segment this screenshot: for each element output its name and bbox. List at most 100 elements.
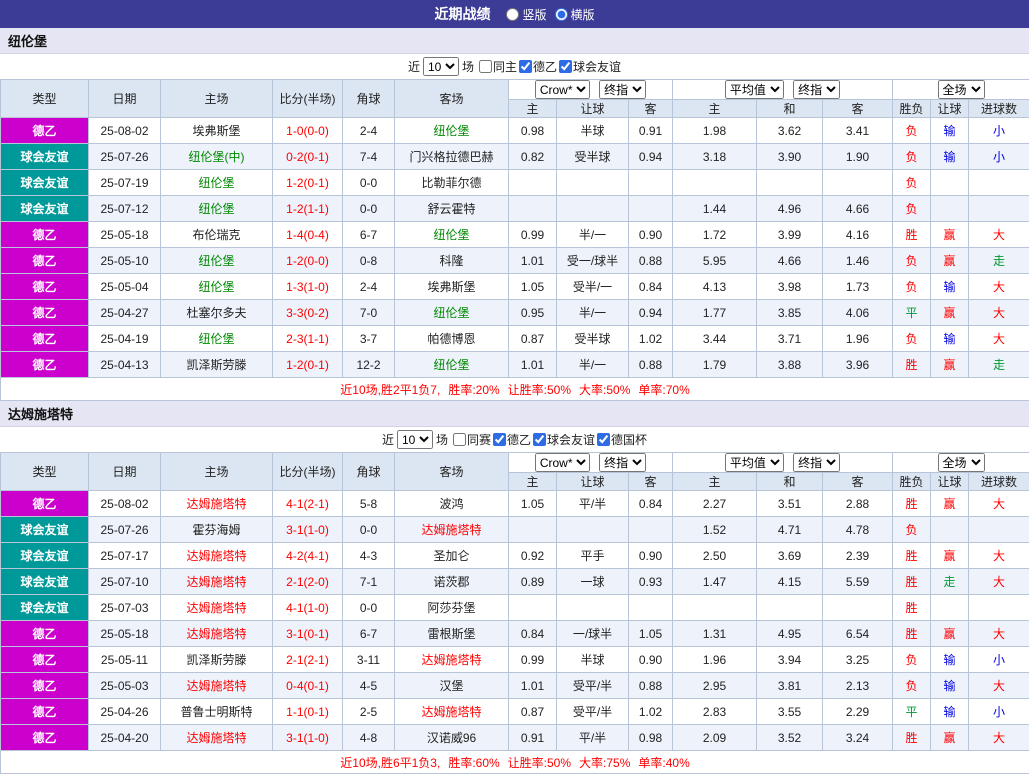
handicap-line-cell: 受半球: [557, 326, 629, 352]
filter-checkbox-option[interactable]: 同主: [479, 58, 517, 75]
col-header-date: 日期: [89, 80, 161, 118]
result-cell: 胜: [893, 352, 931, 378]
avg-away-cell: 5.59: [823, 569, 893, 595]
handicap-result-cell: 输: [931, 118, 969, 144]
corner-cell: 7-0: [343, 300, 395, 326]
subcol-avg-home: 主: [673, 473, 757, 491]
filter-checkbox-option[interactable]: 球会友谊: [559, 58, 621, 75]
odds-away-cell: [629, 170, 673, 196]
avg-away-cell: 2.29: [823, 699, 893, 725]
type-cell: 德乙: [1, 352, 89, 378]
away-team: 纽伦堡: [395, 300, 509, 326]
subcol-handicap: 让球: [557, 473, 629, 491]
away-team: 科隆: [395, 248, 509, 274]
corner-cell: 2-5: [343, 699, 395, 725]
avg-stage-select[interactable]: 终指: [793, 80, 840, 99]
layout-radio[interactable]: [555, 8, 568, 21]
match-row: 德乙25-04-13凯泽斯劳滕1-2(0-1)12-2纽伦堡1.01半/一0.8…: [1, 352, 1029, 378]
result-cell: 负: [893, 118, 931, 144]
goals-result-cell: 大: [969, 725, 1029, 751]
avg-home-cell: 1.47: [673, 569, 757, 595]
match-row: 德乙25-04-20达姆施塔特3-1(1-0)4-8汉诺威960.91平/半0.…: [1, 725, 1029, 751]
bookmaker-select[interactable]: Crow*: [535, 453, 590, 472]
result-cell: 负: [893, 248, 931, 274]
filter-checkbox-label: 球会友谊: [547, 431, 595, 448]
odds-home-cell: 1.01: [509, 248, 557, 274]
avg-home-cell: 2.27: [673, 491, 757, 517]
date-cell: 25-05-10: [89, 248, 161, 274]
filter-checkbox-option[interactable]: 德国杯: [597, 431, 647, 448]
fulltime-select[interactable]: 全场: [938, 80, 985, 99]
odds-home-cell: 0.84: [509, 621, 557, 647]
score-cell: 1-1(0-1): [273, 699, 343, 725]
col-header-corner: 角球: [343, 453, 395, 491]
avg-draw-cell: 3.99: [757, 222, 823, 248]
filter-checkbox-input[interactable]: [453, 433, 466, 446]
col-header-score: 比分(半场): [273, 453, 343, 491]
avg-home-cell: 2.83: [673, 699, 757, 725]
date-cell: 25-07-26: [89, 144, 161, 170]
handicap-line-cell: 半球: [557, 647, 629, 673]
filter-checkbox-input[interactable]: [519, 60, 532, 73]
filter-checkbox-input[interactable]: [559, 60, 572, 73]
date-cell: 25-05-18: [89, 222, 161, 248]
filter-checkbox-option[interactable]: 球会友谊: [533, 431, 595, 448]
filter-row: 近 10 场 同主德乙球会友谊: [0, 54, 1029, 79]
page: 近期战绩 竖版 横版 纽伦堡 近 10 场 同主德乙球会友谊: [0, 0, 1029, 774]
date-cell: 25-05-11: [89, 647, 161, 673]
filter-checkbox-option[interactable]: 同赛: [453, 431, 491, 448]
recent-count-select[interactable]: 10: [397, 430, 433, 449]
result-cell: 胜: [893, 595, 931, 621]
avg-home-cell: 3.18: [673, 144, 757, 170]
filter-checkbox-input[interactable]: [597, 433, 610, 446]
avg-home-cell: 1.52: [673, 517, 757, 543]
col-header-corner: 角球: [343, 80, 395, 118]
away-team: 帕德博恩: [395, 326, 509, 352]
odds-home-cell: 1.05: [509, 491, 557, 517]
goals-result-cell: 大: [969, 300, 1029, 326]
filter-checkbox-option[interactable]: 德乙: [519, 58, 557, 75]
match-row: 德乙25-05-11凯泽斯劳滕2-1(2-1)3-11达姆施塔特0.99半球0.…: [1, 647, 1029, 673]
filter-checkbox-label: 同主: [493, 58, 517, 75]
odds-stage-select[interactable]: 终指: [599, 80, 646, 99]
filter-checkbox-input[interactable]: [493, 433, 506, 446]
recent-count-select[interactable]: 10: [423, 57, 459, 76]
avg-stage-select[interactable]: 终指: [793, 453, 840, 472]
away-team: 达姆施塔特: [395, 517, 509, 543]
avg-draw-cell: [757, 170, 823, 196]
avg-away-cell: 6.54: [823, 621, 893, 647]
home-team: 纽伦堡: [161, 326, 273, 352]
handicap-line-cell: [557, 196, 629, 222]
summary-stat: 让胜率:50%: [508, 383, 571, 397]
fulltime-select[interactable]: 全场: [938, 453, 985, 472]
filter-checkbox-option[interactable]: 德乙: [493, 431, 531, 448]
average-select[interactable]: 平均值: [725, 453, 784, 472]
type-cell: 球会友谊: [1, 595, 89, 621]
score-cell: 3-1(0-1): [273, 621, 343, 647]
subcol-odds-home: 主: [509, 473, 557, 491]
bookmaker-select[interactable]: Crow*: [535, 80, 590, 99]
filter-checkbox-label: 同赛: [467, 431, 491, 448]
home-team: 布伦瑞克: [161, 222, 273, 248]
summary-stat: 大率:50%: [579, 383, 630, 397]
layout-radio[interactable]: [506, 8, 519, 21]
average-select[interactable]: 平均值: [725, 80, 784, 99]
layout-option-vertical[interactable]: 竖版: [506, 6, 546, 23]
score-cell: 2-1(2-0): [273, 569, 343, 595]
summary-stat: 单率:70%: [638, 383, 689, 397]
score-cell: 4-1(2-1): [273, 491, 343, 517]
summary-stat: 胜率:60%: [448, 756, 499, 770]
filter-checkbox-input[interactable]: [533, 433, 546, 446]
avg-draw-cell: 4.66: [757, 248, 823, 274]
corner-cell: 7-1: [343, 569, 395, 595]
average-odds-header-cell: 平均值 终指: [673, 453, 893, 473]
handicap-result-cell: 输: [931, 699, 969, 725]
score-cell: 4-1(1-0): [273, 595, 343, 621]
odds-stage-select[interactable]: 终指: [599, 453, 646, 472]
subcol-handicap-result: 让球: [931, 100, 969, 118]
odds-away-cell: 0.90: [629, 543, 673, 569]
filter-checkbox-input[interactable]: [479, 60, 492, 73]
layout-option-horizontal[interactable]: 横版: [555, 6, 595, 23]
avg-draw-cell: 4.71: [757, 517, 823, 543]
odds-home-cell: 1.05: [509, 274, 557, 300]
